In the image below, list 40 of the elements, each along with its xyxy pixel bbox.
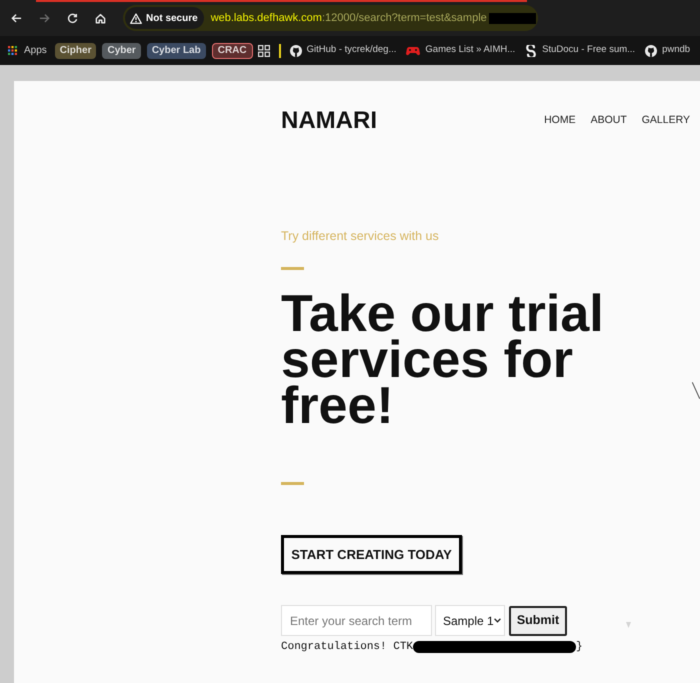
tagline-text: Try different services with us xyxy=(281,228,439,244)
small-marker-icon xyxy=(626,622,631,628)
nav-link[interactable]: GALLERY xyxy=(642,113,690,129)
chevron-down-icon xyxy=(494,618,501,623)
result-message: Congratulations! CTK xyxy=(281,640,414,655)
nav-link[interactable]: HOME xyxy=(544,113,576,129)
nav-link[interactable]: ABOUT xyxy=(590,113,627,129)
url-text[interactable]: web.labs.defhawk.com:12000/search?term=test&sample xyxy=(210,10,487,26)
diagonal-line-drawing xyxy=(692,382,700,399)
sample-select[interactable]: Sample 1 xyxy=(435,605,505,636)
apps-shortcut[interactable]: Apps xyxy=(8,43,47,58)
bookmark-link[interactable]: pwndb xyxy=(645,43,690,58)
bookmark-folder[interactable]: Cyber xyxy=(102,42,141,58)
accent-bar xyxy=(281,482,304,485)
gamepad-icon xyxy=(406,46,420,56)
grid-squares-icon[interactable] xyxy=(258,44,270,56)
site-logo[interactable]: NAMARI xyxy=(281,107,377,135)
start-creating-button[interactable]: START CREATING TODAY xyxy=(281,535,462,574)
warning-icon xyxy=(130,12,142,24)
separator-bar xyxy=(278,44,281,58)
brace-text: } xyxy=(576,640,583,655)
address-bar[interactable]: Not secure web.labs.defhawk.com:12000/search?term=test&sample xyxy=(123,5,538,31)
search-input[interactable]: Enter your search term xyxy=(281,605,432,636)
bookmark-link[interactable]: Games List » AIMH... xyxy=(406,43,516,58)
bookmark-folder[interactable]: Cyber Lab xyxy=(146,42,206,58)
submit-button[interactable]: Submit xyxy=(509,606,567,636)
hero-heading: Take our trial services for free! xyxy=(281,291,605,429)
bookmark-link[interactable]: StuDocu - Free sum... xyxy=(525,43,636,58)
cat-circle-icon xyxy=(290,44,302,56)
bookmark-folder[interactable]: Cipher xyxy=(54,42,96,58)
home-icon[interactable] xyxy=(95,12,106,24)
security-chip[interactable]: Not secure xyxy=(125,7,204,29)
bookmark-link[interactable]: GitHub - tycrek/deg... xyxy=(290,43,396,58)
apps-grid-icon xyxy=(8,46,17,55)
swirl-icon xyxy=(525,44,538,56)
cat-circle-icon xyxy=(645,44,658,56)
back-arrow-icon[interactable] xyxy=(11,12,22,24)
reload-icon[interactable] xyxy=(67,12,78,24)
bookmark-folder[interactable]: CRAC xyxy=(212,42,253,58)
accent-bar xyxy=(281,267,304,270)
